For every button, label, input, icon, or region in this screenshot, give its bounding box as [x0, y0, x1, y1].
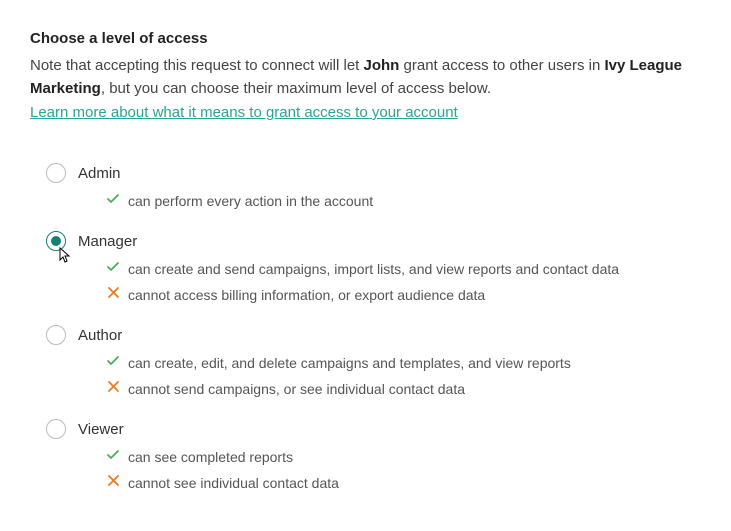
feature-text: cannot send campaigns, or see individual…	[128, 381, 465, 397]
feature-text: can create, edit, and delete campaigns a…	[128, 355, 571, 371]
feature-line: can perform every action in the account	[106, 193, 701, 209]
features-author: can create, edit, and delete campaigns a…	[46, 355, 701, 397]
feature-text: can create and send campaigns, import li…	[128, 261, 619, 277]
note-suffix: , but you can choose their maximum level…	[101, 80, 491, 97]
option-label-viewer: Viewer	[78, 421, 124, 438]
option-header-manager[interactable]: Manager	[46, 231, 701, 251]
feature-text: can see completed reports	[128, 449, 293, 465]
note-text: Note that accepting this request to conn…	[30, 55, 701, 100]
check-icon	[106, 193, 120, 205]
features-manager: can create and send campaigns, import li…	[46, 261, 701, 303]
note-middle: grant access to other users in	[399, 57, 604, 74]
feature-text: cannot see individual contact data	[128, 475, 339, 491]
option-label-manager: Manager	[78, 233, 137, 250]
feature-line: cannot send campaigns, or see individual…	[106, 381, 701, 397]
feature-line: can create, edit, and delete campaigns a…	[106, 355, 701, 371]
option-admin: Admin can perform every action in the ac…	[46, 163, 701, 209]
learn-more-link[interactable]: Learn more about what it means to grant …	[30, 104, 458, 121]
cross-icon	[106, 287, 120, 298]
cursor-icon	[56, 247, 72, 269]
note-prefix: Note that accepting this request to conn…	[30, 57, 364, 74]
feature-line: can see completed reports	[106, 449, 701, 465]
feature-line: cannot access billing information, or ex…	[106, 287, 701, 303]
check-icon	[106, 261, 120, 273]
option-author: Author can create, edit, and delete camp…	[46, 325, 701, 397]
feature-line: cannot see individual contact data	[106, 475, 701, 491]
cross-icon	[106, 381, 120, 392]
features-admin: can perform every action in the account	[46, 193, 701, 209]
check-icon	[106, 355, 120, 367]
page-heading: Choose a level of access	[30, 30, 701, 47]
radio-admin[interactable]	[46, 163, 66, 183]
option-header-admin[interactable]: Admin	[46, 163, 701, 183]
features-viewer: can see completed reports cannot see ind…	[46, 449, 701, 491]
option-header-viewer[interactable]: Viewer	[46, 419, 701, 439]
options-list: Admin can perform every action in the ac…	[30, 163, 701, 491]
radio-viewer[interactable]	[46, 419, 66, 439]
option-manager: Manager can create and send campaigns, i…	[46, 231, 701, 303]
option-label-admin: Admin	[78, 165, 121, 182]
option-header-author[interactable]: Author	[46, 325, 701, 345]
feature-text: can perform every action in the account	[128, 193, 373, 209]
option-label-author: Author	[78, 327, 122, 344]
option-viewer: Viewer can see completed reports cannot …	[46, 419, 701, 491]
feature-line: can create and send campaigns, import li…	[106, 261, 701, 277]
cross-icon	[106, 475, 120, 486]
feature-text: cannot access billing information, or ex…	[128, 287, 485, 303]
radio-author[interactable]	[46, 325, 66, 345]
note-user: John	[364, 57, 400, 74]
check-icon	[106, 449, 120, 461]
